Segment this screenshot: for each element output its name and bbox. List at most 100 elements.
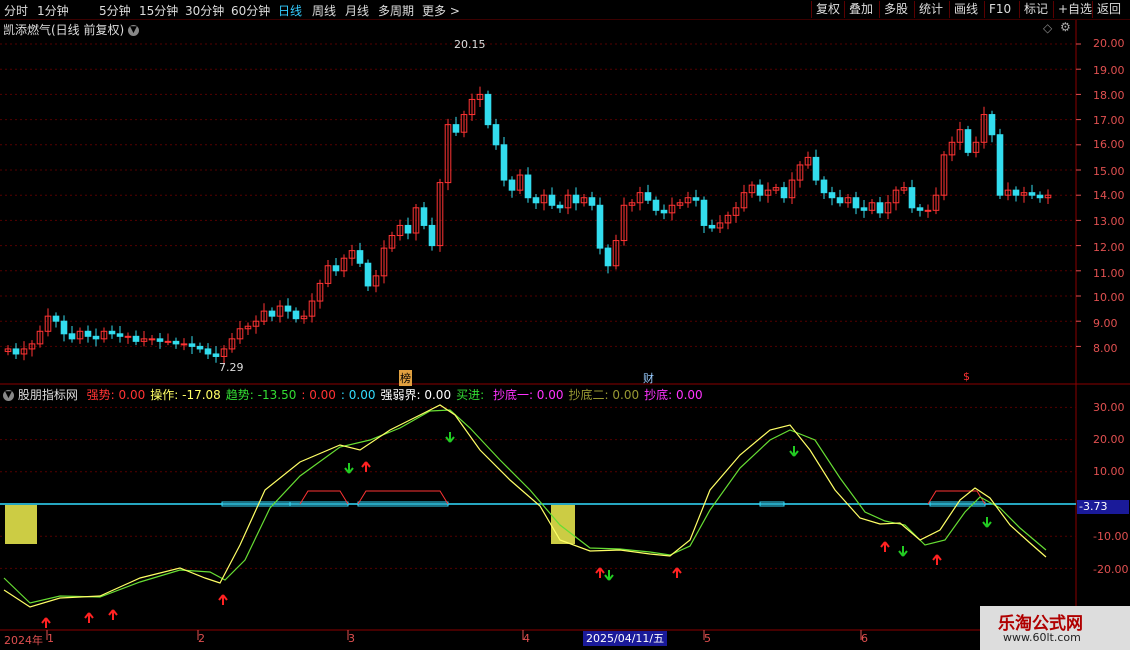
candle-body — [852, 197, 860, 209]
candle-body — [196, 345, 204, 350]
price-tick: 17.00 — [1093, 114, 1125, 127]
indicator-value-4: : 0.00 — [340, 388, 376, 402]
price-tick: 9.00 — [1093, 317, 1118, 330]
candle-body — [332, 265, 340, 272]
rank-marker[interactable]: 榜 — [399, 370, 412, 386]
candle-body — [268, 310, 276, 317]
candle-body — [484, 93, 492, 126]
time-tick: 2024年 — [4, 634, 43, 647]
buy-arrow-icon — [672, 567, 682, 578]
candle-body — [876, 202, 884, 214]
candle-body — [812, 156, 820, 181]
chart-title-bar: 凯添燃气(日线 前复权) ▼ — [3, 21, 140, 38]
chevron-down-icon[interactable]: ▼ — [3, 390, 14, 401]
candle-body — [132, 335, 140, 342]
indicator-tick: 30.00 — [1093, 401, 1125, 414]
buy-arrow-icon — [932, 554, 942, 565]
candle-body — [124, 335, 132, 338]
candle-body — [500, 144, 508, 181]
indicator-value-6: 买进: — [456, 388, 488, 402]
buy-arrow-icon — [84, 612, 94, 623]
candle-body — [92, 335, 100, 340]
indicator-value-9: 抄底: 0.00 — [644, 388, 703, 402]
candle-body — [556, 204, 564, 209]
candle-body — [964, 129, 972, 153]
candle-body — [420, 207, 428, 226]
candle-body — [172, 340, 180, 345]
sell-arrow-icon — [604, 570, 614, 581]
price-tick: 16.00 — [1093, 138, 1125, 151]
candle-body — [820, 179, 828, 194]
indicator-tick: -10.00 — [1093, 530, 1129, 543]
candle-body — [652, 199, 660, 211]
candle-body — [860, 207, 868, 211]
candle-body — [148, 338, 156, 341]
low-price-label: 7.29 — [219, 361, 244, 374]
candle-body — [988, 114, 996, 136]
bottom-signal-block — [551, 505, 575, 544]
candle-body — [364, 262, 372, 287]
indicator-value-8: 抄底二: 0.00 — [568, 388, 640, 402]
time-tick: 4 — [523, 632, 530, 645]
indicator-value-7: 抄底一: 0.00 — [492, 388, 564, 402]
indicator-tick: 20.00 — [1093, 433, 1125, 446]
candle-body — [204, 348, 212, 355]
bottom-signal-block — [5, 505, 37, 544]
price-tick: 20.00 — [1093, 37, 1125, 50]
finance-marker[interactable]: 财 — [643, 370, 654, 386]
sell-arrow-icon — [982, 517, 992, 528]
candle-body — [828, 192, 836, 199]
candle-body — [996, 134, 1004, 196]
sell-arrow-icon — [898, 546, 908, 557]
candle-body — [596, 204, 604, 249]
time-axis: 2024年 1 2 3 4 5 6 — [0, 632, 1076, 650]
candle-body — [572, 194, 580, 204]
candle-body — [548, 194, 556, 206]
indicator-value-1: 操作: -17.08 — [150, 388, 221, 402]
candle-body — [356, 250, 364, 264]
watermark-url: www.60lt.com — [1003, 631, 1081, 644]
settings-gear-icon[interactable]: ⚙ — [1060, 20, 1071, 34]
time-tick: 6 — [861, 632, 868, 645]
candle-body — [12, 348, 20, 355]
indicator-tick: 10.00 — [1093, 465, 1125, 478]
chart-title: 凯添燃气(日线 前复权) — [3, 23, 125, 37]
buy-arrow-icon — [595, 567, 605, 578]
candle-body — [212, 353, 220, 357]
diamond-icon[interactable]: ◇ — [1043, 21, 1052, 35]
price-tick: 18.00 — [1093, 89, 1125, 102]
candle-body — [780, 187, 788, 199]
sell-arrow-icon — [789, 446, 799, 457]
chevron-down-icon[interactable]: ▼ — [128, 25, 140, 36]
candle-body — [644, 192, 652, 201]
candle-body — [660, 209, 668, 214]
candle-body — [604, 247, 612, 267]
price-tick: 10.00 — [1093, 291, 1125, 304]
candle-body — [916, 207, 924, 211]
candle-body — [700, 199, 708, 226]
candle-body — [492, 124, 500, 146]
candle-body — [292, 310, 300, 320]
candle-body — [1012, 189, 1020, 196]
candle-body — [692, 197, 700, 201]
price-tick: 19.00 — [1093, 64, 1125, 77]
indicator-name[interactable]: 股朋指标网 — [18, 388, 78, 402]
dividend-marker[interactable]: $ — [963, 370, 970, 383]
buy-arrow-icon — [41, 617, 51, 628]
candle-body — [836, 197, 844, 204]
buy-arrow-icon — [218, 594, 228, 605]
candle-body — [52, 315, 60, 322]
candle-body — [924, 209, 932, 212]
buy-arrow-icon — [108, 609, 118, 620]
candle-body — [1036, 194, 1044, 199]
indicator-header: ▼ 股朋指标网 强势: 0.00 操作: -17.08 趋势: -13.50: 0.… — [3, 386, 703, 403]
candle-body — [284, 305, 292, 312]
candle-body — [588, 197, 596, 206]
price-tick: 14.00 — [1093, 189, 1125, 202]
price-tick: 15.00 — [1093, 165, 1125, 178]
candle-body — [404, 224, 412, 234]
candle-body — [508, 179, 516, 191]
sell-arrow-icon — [445, 432, 455, 443]
indicator-value-5: 强弱界: 0.00 — [380, 388, 452, 402]
kline-chart[interactable] — [0, 0, 1130, 650]
